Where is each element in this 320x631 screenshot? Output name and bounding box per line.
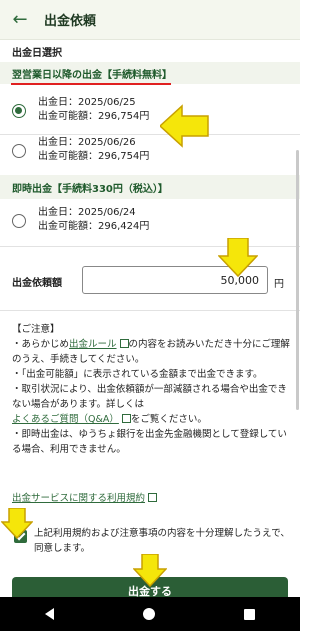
radio-selected-icon[interactable] <box>12 104 26 118</box>
notice-line-2: ・「出金可能額」に表示されている金額まで出金できます。 <box>12 369 263 380</box>
scrollbar[interactable] <box>296 150 299 410</box>
arrow-left-icon: ← <box>12 9 28 30</box>
agree-text: 上記利用規約および注意事項の内容を十分理解したうえで、同意します。 <box>34 528 290 554</box>
notice-line-3: ・取引状況により、出金依頼額が一部減額される場合や出金できない場合があります。詳… <box>12 384 287 425</box>
red-underline-annotation <box>11 83 171 85</box>
arrow-down-annotation-icon <box>218 238 258 278</box>
nav-home-icon[interactable] <box>142 608 155 620</box>
option-2-date: 出金日：2025/06/26 <box>38 137 136 148</box>
instant-date: 出金日：2025/06/24 <box>38 207 136 218</box>
radio-unselected-icon[interactable] <box>12 144 26 158</box>
notice-line-1: ・あらかじめ出金ルール の内容をお読みいただき十分にご理解のうえ、手続きしてくださ… <box>12 339 290 365</box>
arrow-down-annotation-icon <box>1 508 33 540</box>
radio-unselected-icon[interactable] <box>12 214 26 228</box>
app-header: ← 出金依頼 <box>0 0 300 40</box>
external-link-icon <box>119 339 129 348</box>
date-option-1[interactable]: 出金日：2025/06/25 出金可能額：296,754円 <box>0 96 300 130</box>
next-day-heading: 翌営業日以降の出金【手続料無料】 <box>12 69 172 81</box>
notice-line-4: ・即時出金は、ゆうちょ銀行を出金先金融機関として登録している場合、利用できません… <box>12 429 287 455</box>
date-select-label: 出金日選択 <box>12 48 62 59</box>
external-link-icon <box>148 493 158 502</box>
instant-heading-band: 即時出金【手続料330円（税込）】 <box>0 175 300 199</box>
amount-label: 出金依頼額 <box>12 278 62 289</box>
option-1-available: 出金可能額：296,754円 <box>38 111 150 122</box>
instant-option[interactable]: 出金日：2025/06/24 出金可能額：296,424円 <box>0 206 300 240</box>
option-1-date: 出金日：2025/06/25 <box>38 97 136 108</box>
arrow-down-annotation-icon <box>133 554 167 588</box>
withdrawal-rules-link[interactable]: 出金ルール <box>69 339 117 350</box>
terms-link[interactable]: 出金サービスに関する利用規約 <box>12 490 158 504</box>
faq-link[interactable]: よくあるご質問（Q&A） <box>12 414 119 425</box>
next-day-heading-band: 翌営業日以降の出金【手続料無料】 <box>0 62 300 84</box>
arrow-left-annotation-icon <box>160 104 209 148</box>
instant-heading: 即時出金【手続料330円（税込）】 <box>12 183 168 195</box>
divider <box>0 310 300 311</box>
page-title: 出金依頼 <box>44 14 97 29</box>
divider <box>0 134 300 135</box>
nav-back-icon[interactable] <box>44 608 54 620</box>
nav-recent-icon[interactable] <box>244 608 256 620</box>
option-2-available: 出金可能額：296,754円 <box>38 151 150 162</box>
notice-title: 【ご注意】 <box>12 324 60 335</box>
external-link-icon <box>121 414 131 423</box>
system-nav-bar <box>0 597 300 631</box>
back-button[interactable]: ← <box>0 0 40 40</box>
notice-block: 【ご注意】 ・あらかじめ出金ルール の内容をお読みいただき十分にご理解のうえ、手続… <box>12 322 290 457</box>
date-option-2[interactable]: 出金日：2025/06/26 出金可能額：296,754円 <box>0 136 300 170</box>
instant-available: 出金可能額：296,424円 <box>38 221 150 232</box>
amount-unit: 円 <box>274 279 284 290</box>
